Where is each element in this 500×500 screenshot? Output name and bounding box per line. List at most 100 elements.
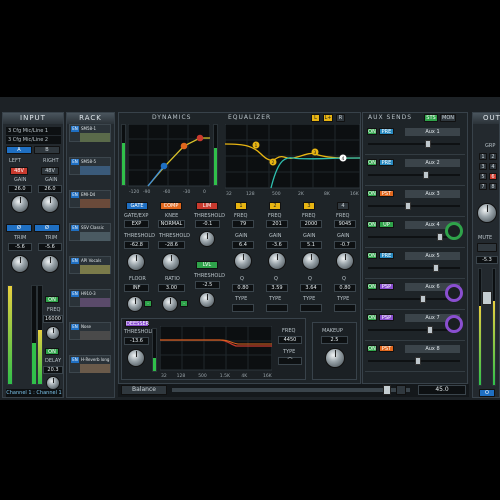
grp-3-button[interactable]: 3 [479,163,487,170]
channel-name[interactable]: Channel 1 : Channel 1 [6,389,62,397]
rack-slot[interactable]: EN H-Reverb long [69,355,111,373]
makeup-value[interactable]: 2.5 [321,336,348,344]
trim-right-knob[interactable] [41,255,59,273]
aux-name[interactable]: Aux 3 [405,190,460,198]
aux-level-handle[interactable] [433,264,439,272]
aux-mode-button[interactable]: PST [379,345,394,352]
output-level-value[interactable]: -5.3 [476,256,498,264]
eq-band-4-freq[interactable]: 9045 [334,220,356,228]
delay-on-button[interactable]: ON [45,348,59,355]
grp-5-button[interactable]: 5 [479,173,487,180]
gain-left-value[interactable]: 26.0 [8,185,32,193]
knee-value[interactable]: NORMAL [158,220,185,228]
balance-slider-handle[interactable] [383,385,391,395]
aux-mode-button[interactable]: PSP [379,283,394,290]
delay-knob[interactable] [46,376,60,390]
aux-level-slider[interactable] [368,174,460,176]
eq-band-2-freq[interactable]: 201 [266,220,288,228]
aux-level-handle[interactable] [405,202,411,210]
aux-on-button[interactable]: ON [367,252,377,259]
deesser-graph[interactable]: 32 128 500 1.5K 4K 16K [160,326,272,380]
rack-slot-enable[interactable]: EN [71,126,79,132]
rack-slot[interactable]: EN API Vocals [69,256,111,274]
eq-band-1-gain-knob[interactable] [234,252,252,270]
eq-lr-button[interactable]: L+ [323,114,333,122]
deesser-threshold-knob[interactable] [127,349,145,367]
rack-slot[interactable]: EN EMI-D4 [69,190,111,208]
eq-band-3-gain[interactable]: 5.1 [300,241,322,249]
eq-band-1-q[interactable]: 0.80 [232,284,254,292]
rack-slot[interactable]: EN SM58-5 [69,157,111,175]
lvl-threshold-knob[interactable] [199,292,215,308]
eq-band-3-q[interactable]: 3.64 [300,284,322,292]
eq-band-3-button[interactable]: 3 [303,202,315,210]
aux-mode-button[interactable]: UP [379,221,394,228]
gate-button[interactable]: GATE [126,202,148,210]
eq-band-2-gain-knob[interactable] [268,252,286,270]
delay-value[interactable]: 20.3 [43,366,63,374]
input-device-2[interactable]: 3 Cfg Mic/Line 2 [6,136,61,144]
eq-band-1-type[interactable] [232,304,254,312]
gain-right-knob[interactable] [41,195,59,213]
aux-on-button[interactable]: ON [367,128,377,135]
lvl-button[interactable]: LVL [196,261,218,269]
aux-on-button[interactable]: ON [367,159,377,166]
aux-name[interactable]: Aux 2 [405,159,460,167]
dynamics-graph[interactable]: -120 -90 -60 -30 0 [128,124,210,194]
eq-band-2-type[interactable] [266,304,288,312]
grp-6-button[interactable]: 6 [489,173,497,180]
output-o-button[interactable]: O [479,389,495,397]
deesser-type-value[interactable]: ⌒ [278,357,302,365]
rack-slot[interactable]: EN SSV Classic [69,223,111,241]
eq-band-4-gain-knob[interactable] [336,252,354,270]
aux-level-handle[interactable] [425,140,431,148]
comp-key-button[interactable]: · [180,300,188,307]
ratio-value[interactable]: 3.00 [158,284,185,292]
sts-button[interactable]: STS [424,114,438,122]
eq-band-1-freq[interactable]: 79 [232,220,254,228]
aux-level-handle[interactable] [420,295,426,303]
floor-knob[interactable] [127,296,143,312]
filter-on-button[interactable]: ON [45,296,59,303]
eq-band-4-type[interactable] [334,304,356,312]
mute-button[interactable] [477,243,497,252]
comp-threshold-value[interactable]: -28.6 [158,241,185,249]
aux-name[interactable]: Aux 5 [405,252,460,260]
eq-band-3-freq[interactable]: 2000 [300,220,322,228]
freq-left-value[interactable]: 16000 [43,315,63,323]
rack-slot-enable[interactable]: EN [71,225,79,231]
aux-level-slider[interactable] [368,205,460,207]
aux-level-handle[interactable] [437,233,443,241]
trim-right-value[interactable]: -5.6 [38,243,62,251]
gain-left-knob[interactable] [11,195,29,213]
aux-level-slider[interactable] [368,143,460,145]
eq-band-2-q[interactable]: 3.59 [266,284,288,292]
aux-level-handle[interactable] [427,326,433,334]
eq-band-1-gain[interactable]: 6.4 [232,241,254,249]
ratio-knob[interactable] [162,296,178,312]
comp-threshold-knob[interactable] [162,253,180,271]
balance-button[interactable]: Balance [121,385,167,395]
deesser-button[interactable]: DEESSER [125,320,149,327]
rack-slot[interactable]: EN SM58-1 [69,124,111,142]
gate-key-button[interactable]: · [144,300,152,307]
aux-on-button[interactable]: ON [367,190,377,197]
aux-mode-button[interactable]: PST [379,190,394,197]
eq-band-4-q[interactable]: 0.80 [334,284,356,292]
balance-slider[interactable] [172,388,410,392]
grp-4-button[interactable]: 4 [489,163,497,170]
aux-name[interactable]: Aux 1 [405,128,460,136]
eq-l-button[interactable]: L [311,114,320,122]
eq-band-4-button[interactable]: 4 [337,202,349,210]
mon-button[interactable]: MON [440,114,456,122]
aux-level-slider[interactable] [368,360,460,362]
lim-threshold-knob[interactable] [199,231,215,247]
eq-graph[interactable]: 1 2 3 4 32 128 500 2K 8K 16K [225,124,360,200]
phase-left-button[interactable]: Ø [6,224,32,232]
aux-pan-knob[interactable] [445,222,463,240]
grp-1-button[interactable]: 1 [479,153,487,160]
eq-band-2-button[interactable]: 2 [269,202,281,210]
eq-band-4-gain[interactable]: -0.7 [334,241,356,249]
floor-value[interactable]: INF [124,284,149,292]
rack-slot-enable[interactable]: EN [71,324,79,330]
